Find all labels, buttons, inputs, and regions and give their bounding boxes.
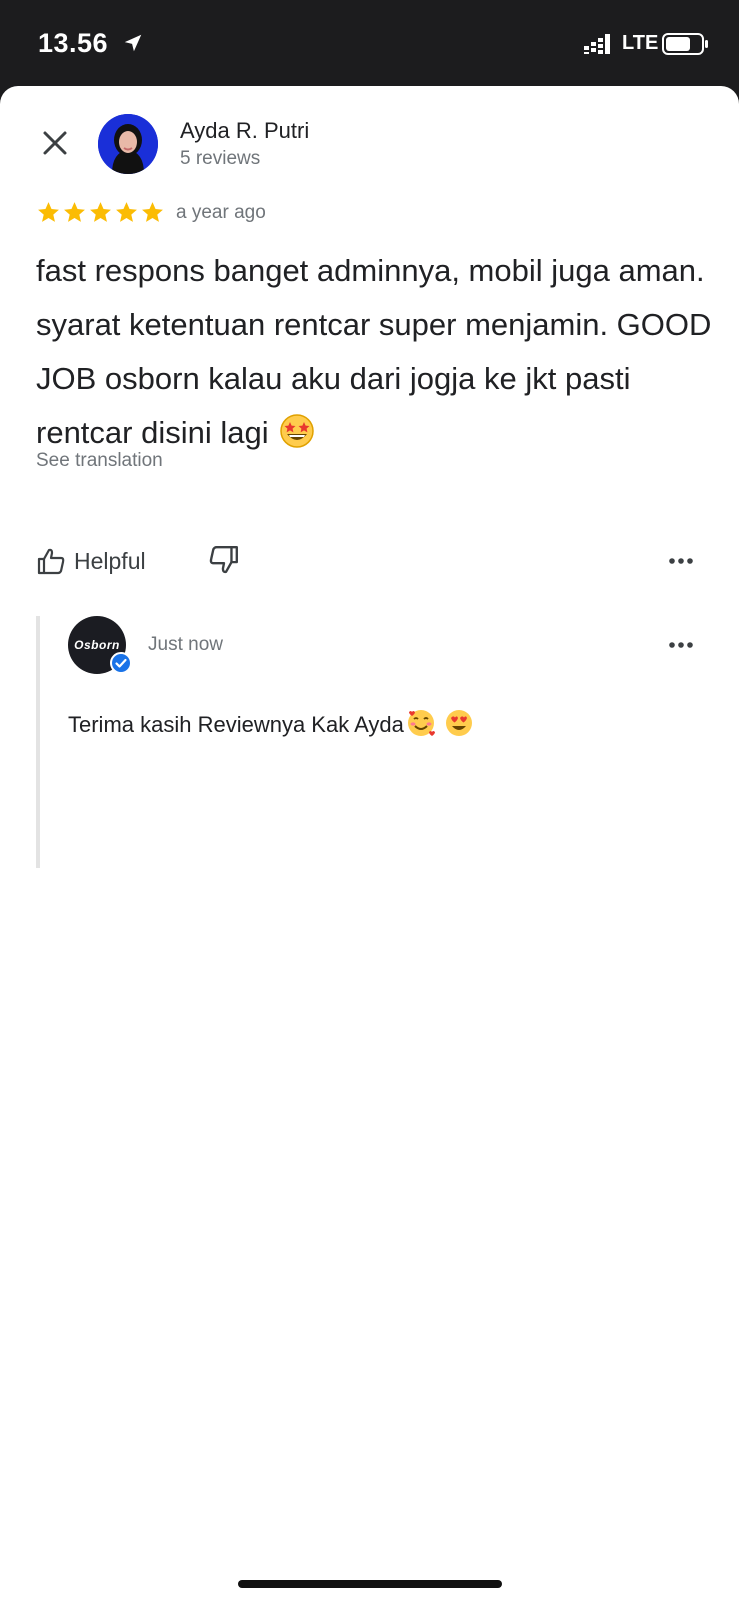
close-icon [43,131,67,155]
reply-more-icon[interactable] [668,633,694,657]
helpful-label: Helpful [74,547,146,574]
review-text: fast respons banget adminnya, mobil juga… [36,244,716,460]
review-sheet: Ayda R. Putri 5 reviews a year ago fast … [0,86,739,1600]
star-struck-emoji [280,414,314,448]
star-rating [36,200,165,226]
star-icon [90,202,111,222]
owner-logo-text: Osborn [74,638,120,652]
reviewer-photo [98,114,158,174]
reply-time: Just now [148,634,223,655]
reviewer-review-count: 5 reviews [180,148,261,169]
see-translation-link[interactable]: See translation [36,450,163,472]
reviewer-avatar[interactable] [98,114,158,174]
review-more-icon[interactable] [668,549,694,573]
status-bar: 13.56 LTE [0,0,739,88]
not-helpful-button[interactable] [208,544,240,578]
review-body: fast respons banget adminnya, mobil juga… [36,253,712,450]
network-type: LTE [622,32,659,54]
owner-reply [36,616,716,868]
location-arrow-icon [124,34,142,52]
reply-text: Terima kasih Reviewnya Kak Ayda [68,708,474,738]
reviewer-name[interactable]: Ayda R. Putri [180,118,309,144]
star-icon [142,202,163,222]
signal-icon [584,34,610,54]
thumbs-up-icon [37,548,65,575]
review-time: a year ago [176,202,266,223]
status-time: 13.56 [38,28,109,58]
smiling-hearts-emoji [407,710,435,736]
verified-icon [110,652,132,674]
thumbs-down-icon [209,546,238,574]
heart-eyes-emoji [445,710,472,736]
battery-icon [662,33,708,55]
star-icon [64,202,85,222]
home-indicator [238,1580,502,1588]
reply-body: Terima kasih Reviewnya Kak Ayda [68,712,404,737]
helpful-button[interactable]: Helpful [36,544,146,578]
star-icon [116,202,137,222]
star-icon [38,202,59,222]
close-button[interactable] [38,126,72,160]
